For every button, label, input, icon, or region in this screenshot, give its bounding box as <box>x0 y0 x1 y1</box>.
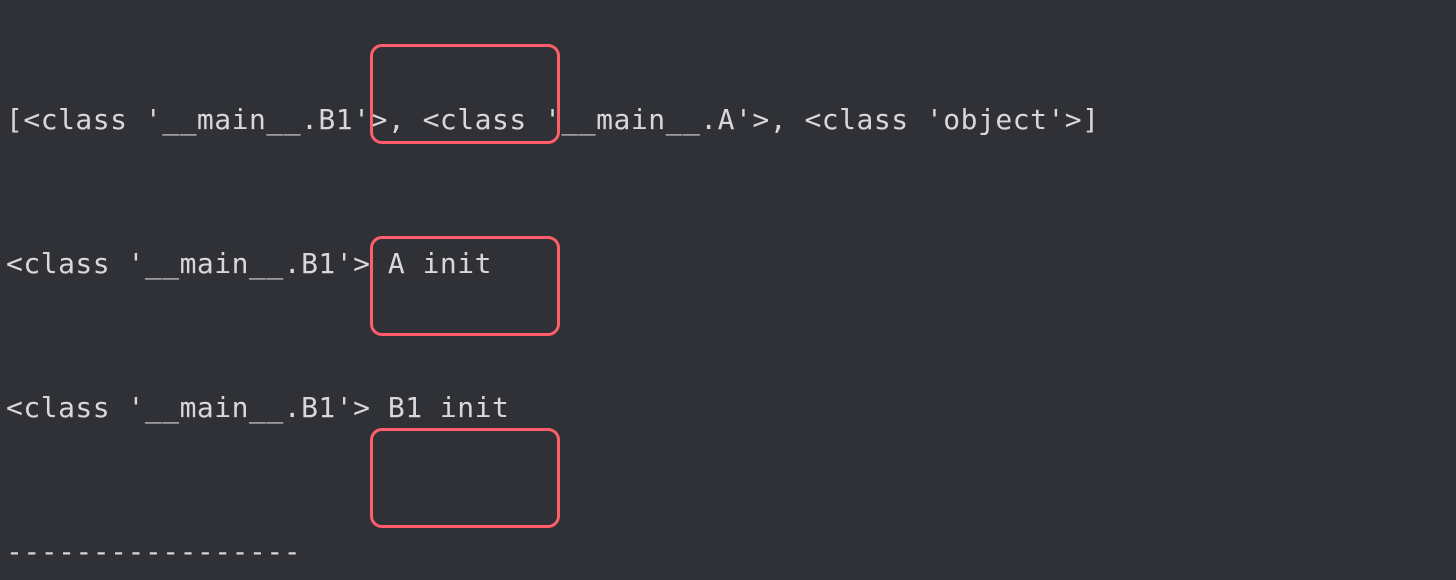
output-line: ----------------- <box>6 528 1450 576</box>
highlight-box-b3 <box>370 428 560 528</box>
terminal-output: [<class '__main__.B1'>, <class '__main__… <box>0 0 1456 580</box>
output-line: <class '__main__.B1'> B1 init <box>6 384 1450 432</box>
output-line: [<class '__main__.B1'>, <class '__main__… <box>6 96 1450 144</box>
output-line: <class '__main__.B1'> A init <box>6 240 1450 288</box>
